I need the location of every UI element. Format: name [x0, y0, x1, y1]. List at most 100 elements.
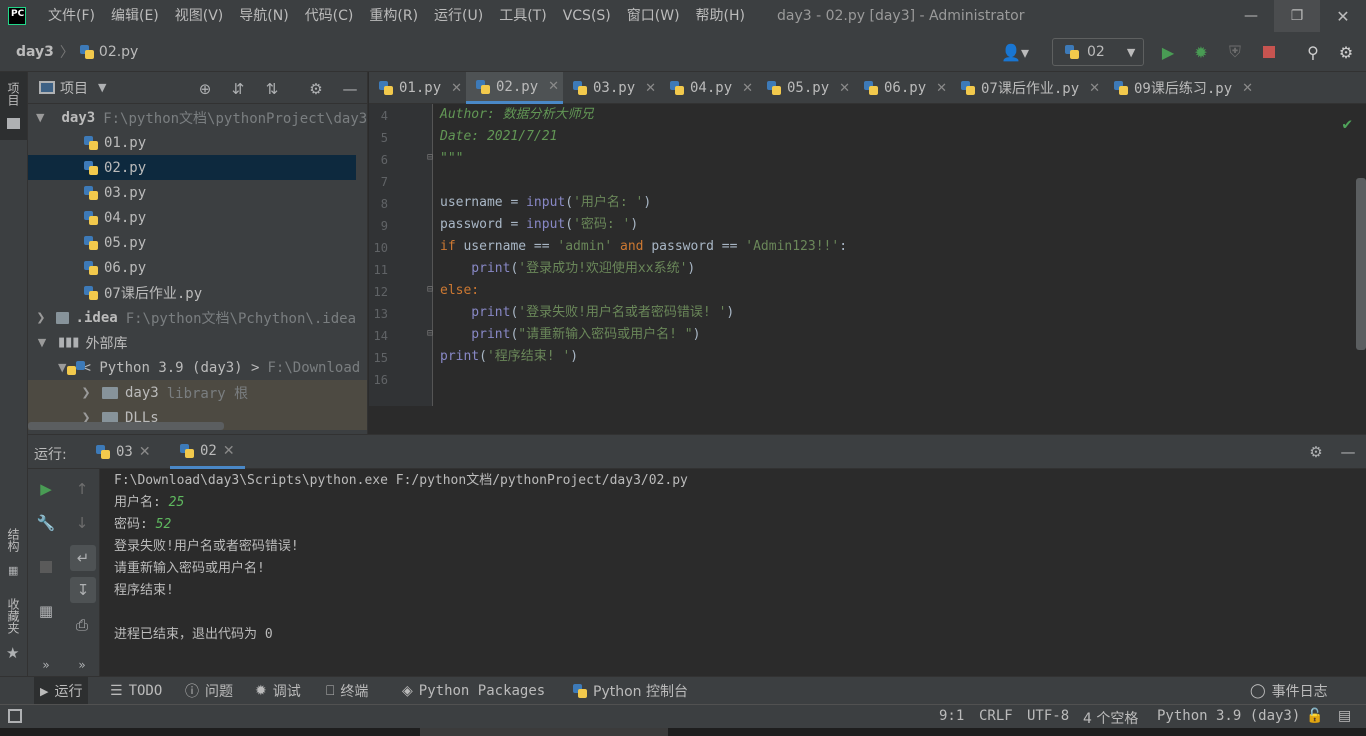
- settings-icon[interactable]: ⚙: [1304, 440, 1328, 464]
- debug-tool-button[interactable]: ✹ 调试: [249, 677, 307, 705]
- favorites-tool-button[interactable]: 收藏夹 ★: [0, 594, 27, 666]
- breadcrumb-project[interactable]: day3: [16, 44, 54, 60]
- user-icon[interactable]: 👤▾: [998, 40, 1032, 64]
- rerun-icon[interactable]: ▶: [34, 477, 58, 501]
- tree-item-idea[interactable]: ❯ .idea F:\python文档\Pchython\.idea: [28, 305, 356, 330]
- debug-icon[interactable]: ✹: [1189, 40, 1213, 64]
- run-tab-03[interactable]: 03 ✕: [86, 435, 161, 469]
- wrench-icon[interactable]: 🔧: [34, 511, 58, 535]
- unlock-icon[interactable]: 🔓: [1306, 708, 1323, 724]
- run-configuration-select[interactable]: 02 ▼: [1052, 38, 1144, 66]
- run-icon[interactable]: ▶: [1156, 40, 1180, 64]
- expand-all-icon[interactable]: ⇵: [227, 78, 249, 100]
- tab-06-py[interactable]: 06.py ✕: [854, 72, 951, 104]
- up-arrow-icon[interactable]: ↑: [70, 477, 94, 501]
- hide-icon[interactable]: —: [339, 78, 361, 100]
- menu-navigate[interactable]: 导航(N): [231, 0, 296, 32]
- settings-icon[interactable]: ⚙: [305, 78, 327, 100]
- toggle-tool-windows-icon[interactable]: [8, 709, 22, 723]
- more-icon[interactable]: »: [70, 653, 94, 677]
- console-output[interactable]: F:\Download\day3\Scripts\python.exe F:/p…: [114, 469, 1354, 677]
- collapse-all-icon[interactable]: ⇅: [261, 78, 283, 100]
- close-button[interactable]: ✕: [1320, 0, 1366, 32]
- code-editor[interactable]: 4 5 6 7 8 9 10 11 12 13 14 15 16 ⊟ ⊟ ⊟ A…: [369, 104, 1366, 434]
- fold-icon[interactable]: ⊟: [427, 284, 433, 295]
- event-log-tool-button[interactable]: ◯ 事件日志: [1244, 677, 1334, 705]
- indent-setting[interactable]: 4 个空格: [1083, 708, 1138, 728]
- python-interpreter[interactable]: Python 3.9 (day3): [1157, 708, 1300, 724]
- menu-tools[interactable]: 工具(T): [491, 0, 554, 32]
- fold-icon[interactable]: ⊟: [427, 328, 433, 339]
- tree-item-file[interactable]: 07课后作业.py: [28, 280, 356, 305]
- down-arrow-icon[interactable]: ↓: [70, 511, 94, 535]
- close-tab-icon[interactable]: ✕: [936, 81, 947, 96]
- close-tab-icon[interactable]: ✕: [1242, 81, 1253, 96]
- project-panel-title[interactable]: 项目: [60, 78, 88, 98]
- menu-run[interactable]: 运行(U): [426, 0, 491, 32]
- menu-vcs[interactable]: VCS(S): [555, 0, 619, 32]
- stop-icon[interactable]: [1257, 40, 1281, 64]
- tab-03-py[interactable]: 03.py ✕: [563, 72, 660, 104]
- todo-tool-button[interactable]: ☰ TODO: [104, 677, 168, 705]
- project-horizontal-scrollbar[interactable]: [28, 422, 224, 430]
- layout-icon[interactable]: ▦: [34, 599, 58, 623]
- restore-button[interactable]: ❐: [1274, 0, 1320, 32]
- problems-tool-button[interactable]: ⓘ 问题: [179, 677, 239, 705]
- search-icon[interactable]: ⚲: [1301, 40, 1325, 64]
- project-tool-button[interactable]: 项目: [0, 72, 27, 140]
- close-tab-icon[interactable]: ✕: [1089, 81, 1100, 96]
- tree-item-file[interactable]: 04.py: [28, 205, 356, 230]
- tree-item-library-root[interactable]: ❯ day3 library 根: [28, 380, 367, 405]
- scroll-to-end-icon[interactable]: ↧: [70, 577, 96, 603]
- tree-item-file[interactable]: 01.py: [28, 130, 356, 155]
- close-tab-icon[interactable]: ✕: [139, 444, 151, 460]
- menu-help[interactable]: 帮助(H): [688, 0, 753, 32]
- menu-file[interactable]: 文件(F): [40, 0, 103, 32]
- print-icon[interactable]: ⎙: [70, 613, 94, 637]
- fold-icon[interactable]: ⊟: [427, 152, 433, 163]
- soft-wrap-icon[interactable]: ↵: [70, 545, 96, 571]
- close-tab-icon[interactable]: ✕: [839, 81, 850, 96]
- locate-icon[interactable]: ⊕: [194, 78, 216, 100]
- tree-item-file-selected[interactable]: 02.py: [28, 155, 356, 180]
- menu-view[interactable]: 视图(V): [167, 0, 232, 32]
- close-tab-icon[interactable]: ✕: [451, 81, 462, 96]
- close-tab-icon[interactable]: ✕: [645, 81, 656, 96]
- python-console-tool-button[interactable]: Python 控制台: [567, 677, 694, 705]
- tab-05-py[interactable]: 05.py ✕: [757, 72, 854, 104]
- more-icon[interactable]: »: [34, 653, 58, 677]
- tree-item-file[interactable]: 03.py: [28, 180, 356, 205]
- menu-code[interactable]: 代码(C): [297, 0, 362, 32]
- tree-item-day3[interactable]: ▼ day3 F:\python文档\pythonProject\day3: [28, 105, 367, 130]
- tab-09-exercise[interactable]: 09课后练习.py ✕: [1104, 72, 1257, 104]
- python-packages-tool-button[interactable]: ◈ Python Packages: [396, 677, 551, 705]
- run-tab-02[interactable]: 02 ✕: [170, 435, 245, 469]
- file-encoding[interactable]: UTF-8: [1027, 708, 1069, 724]
- structure-tool-button[interactable]: 结构 ▦: [0, 522, 27, 584]
- stop-icon[interactable]: [34, 555, 58, 579]
- close-tab-icon[interactable]: ✕: [548, 79, 559, 94]
- breadcrumb-file[interactable]: 02.py: [99, 44, 138, 60]
- tree-item-file[interactable]: 05.py: [28, 230, 356, 255]
- terminal-tool-button[interactable]: ⎕ 终端: [320, 677, 374, 705]
- chevron-down-icon[interactable]: ▼: [98, 81, 106, 94]
- coverage-icon[interactable]: ⛨: [1223, 40, 1247, 64]
- tab-04-py[interactable]: 04.py ✕: [660, 72, 757, 104]
- hide-icon[interactable]: —: [1336, 440, 1360, 464]
- settings-icon[interactable]: ⚙: [1334, 40, 1358, 64]
- menu-edit[interactable]: 编辑(E): [103, 0, 167, 32]
- close-tab-icon[interactable]: ✕: [223, 443, 235, 459]
- tree-item-python-sdk[interactable]: ▼ < Python 3.9 (day3) > F:\Download: [28, 355, 360, 380]
- run-tool-button[interactable]: ▶ 运行: [34, 677, 89, 705]
- editor-vertical-scrollbar[interactable]: [1356, 178, 1366, 350]
- tree-item-external-libraries[interactable]: ▼ ▮▮▮ 外部库: [28, 330, 356, 355]
- tab-02-py[interactable]: 02.py ✕: [466, 72, 563, 104]
- tab-01-py[interactable]: 01.py ✕: [369, 72, 466, 104]
- taskbar-active-item[interactable]: [420, 728, 668, 736]
- notifications-icon[interactable]: ▤: [1338, 708, 1351, 724]
- caret-position[interactable]: 9:1: [939, 708, 964, 724]
- menu-refactor[interactable]: 重构(R): [361, 0, 426, 32]
- line-separator[interactable]: CRLF: [979, 708, 1013, 724]
- minimize-button[interactable]: —: [1228, 0, 1274, 32]
- tree-item-file[interactable]: 06.py: [28, 255, 356, 280]
